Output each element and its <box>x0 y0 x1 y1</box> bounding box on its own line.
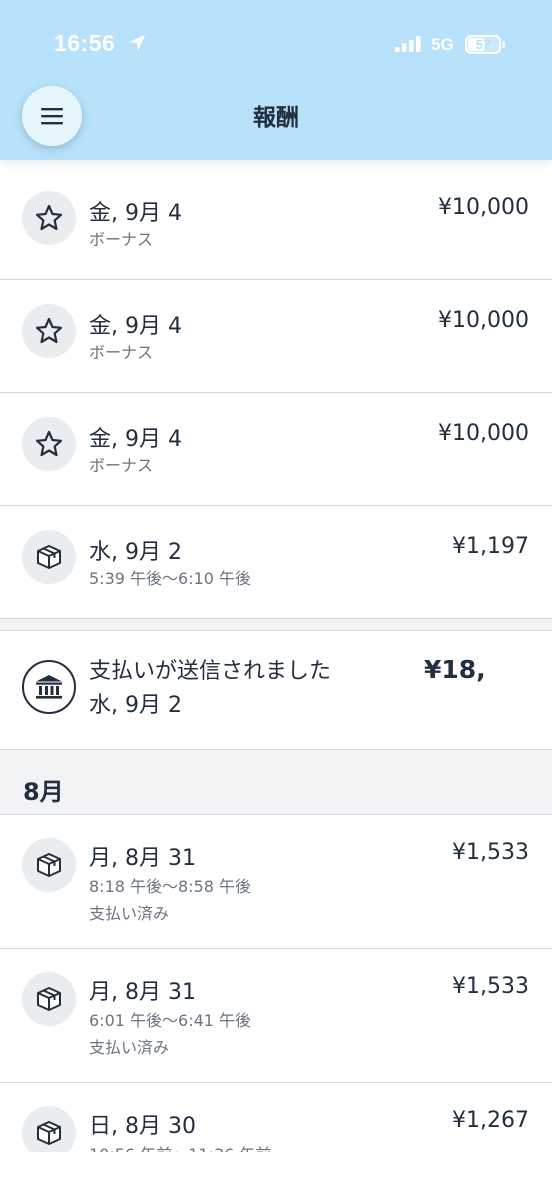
payout-amount: ¥18, <box>424 655 486 684</box>
separator-band <box>0 619 552 631</box>
location-arrow-icon <box>129 35 145 51</box>
row-status: 支払い済み <box>89 904 170 923</box>
package-icon <box>37 853 61 877</box>
star-icon-circle <box>22 191 76 245</box>
page-title: 報酬 <box>253 105 299 131</box>
payout-row[interactable]: 支払いが送信されました 水, 9月 2 ¥18, <box>0 631 552 750</box>
month-section-header: 8月 <box>0 750 552 815</box>
row-date: 金, 9月 4 <box>89 314 182 339</box>
earnings-row-bonus[interactable]: 金, 9月 4 ボーナス ¥10,000 <box>0 167 552 280</box>
earnings-row-delivery[interactable]: 水, 9月 2 5:39 午後〜6:10 午後 ¥1,197 <box>0 506 552 619</box>
star-icon <box>35 430 63 457</box>
star-icon-circle <box>22 417 76 471</box>
payout-date: 水, 9月 2 <box>89 693 182 718</box>
network-type: 5G <box>431 35 454 54</box>
row-amount: ¥10,000 <box>438 308 529 333</box>
row-date: 水, 9月 2 <box>89 540 182 565</box>
row-amount: ¥1,533 <box>452 974 529 999</box>
earnings-row-bonus[interactable]: 金, 9月 4 ボーナス ¥10,000 <box>0 280 552 393</box>
row-status: 支払い済み <box>89 1038 170 1057</box>
app-header: 16:56 5G 57 報酬 <box>0 0 552 160</box>
row-amount: ¥10,000 <box>438 195 529 220</box>
earnings-row-delivery[interactable]: 月, 8月 31 6:01 午後〜6:41 午後 支払い済み ¥1,533 <box>0 949 552 1083</box>
star-icon-circle <box>22 304 76 358</box>
package-icon-circle <box>22 838 76 892</box>
star-icon <box>35 317 63 344</box>
earnings-row-delivery[interactable]: 月, 8月 31 8:18 午後〜8:58 午後 支払い済み ¥1,533 <box>0 815 552 949</box>
status-time: 16:56 <box>54 30 116 56</box>
row-date: 月, 8月 31 <box>89 980 196 1005</box>
row-subtitle: ボーナス <box>89 343 154 362</box>
row-subtitle: ボーナス <box>89 456 154 475</box>
row-time-range: 8:18 午後〜8:58 午後 <box>89 877 252 896</box>
package-icon-circle <box>22 530 76 584</box>
bank-icon <box>36 675 62 699</box>
month-label: 8月 <box>23 778 64 806</box>
row-subtitle: ボーナス <box>89 230 154 249</box>
row-amount: ¥1,533 <box>452 840 529 865</box>
row-time-range: 5:39 午後〜6:10 午後 <box>89 569 252 588</box>
battery-cap <box>502 41 505 48</box>
package-icon <box>37 1121 61 1145</box>
star-icon <box>35 204 63 231</box>
row-amount: ¥10,000 <box>438 421 529 446</box>
package-icon-circle <box>22 972 76 1026</box>
row-date: 金, 9月 4 <box>89 427 182 452</box>
row-amount: ¥1,267 <box>452 1108 529 1133</box>
row-amount: ¥1,197 <box>452 534 529 559</box>
battery-percent: 57 <box>475 37 491 52</box>
payout-title: 支払いが送信されました <box>89 659 332 684</box>
row-date: 月, 8月 31 <box>89 846 196 871</box>
package-icon <box>37 987 61 1011</box>
row-time-range: 6:01 午後〜6:41 午後 <box>89 1011 252 1030</box>
bottom-cutoff <box>0 1152 552 1200</box>
earnings-row-bonus[interactable]: 金, 9月 4 ボーナス ¥10,000 <box>0 393 552 506</box>
row-date: 金, 9月 4 <box>89 201 182 226</box>
battery-icon: 57 <box>465 35 501 54</box>
package-icon <box>37 545 61 569</box>
cellular-signal-icon <box>395 36 421 52</box>
row-date: 日, 8月 30 <box>89 1114 196 1139</box>
bank-icon-circle <box>22 660 76 714</box>
